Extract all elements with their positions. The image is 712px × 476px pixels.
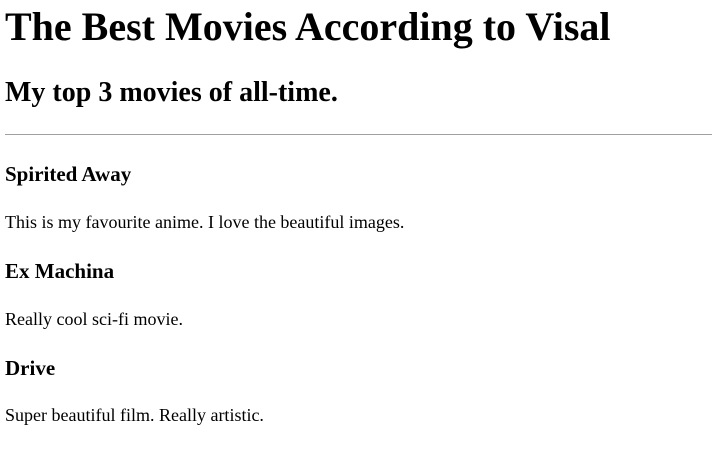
divider <box>5 134 712 135</box>
page-title: The Best Movies According to Visal <box>5 4 611 49</box>
movie-description-drive: Super beautiful film. Really artistic. <box>5 405 264 425</box>
page-subtitle: My top 3 movies of all-time. <box>5 77 338 108</box>
movie-description-spirited-away: This is my favourite anime. I love the b… <box>5 212 405 232</box>
movie-description-ex-machina: Really cool sci-fi movie. <box>5 309 183 329</box>
movie-title-ex-machina: Ex Machina <box>5 259 115 283</box>
movie-title-drive: Drive <box>5 356 56 380</box>
movie-title-spirited-away: Spirited Away <box>5 162 132 186</box>
